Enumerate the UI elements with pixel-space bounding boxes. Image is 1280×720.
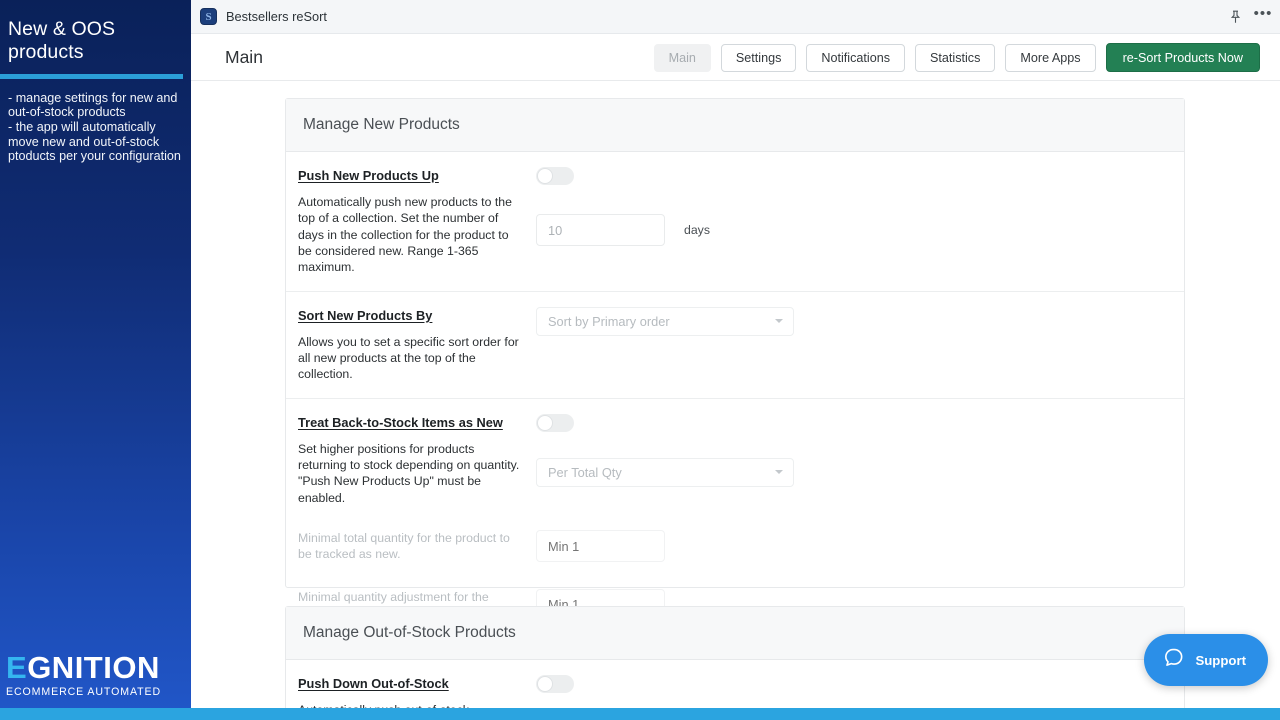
sub-setting-controls <box>523 530 1150 563</box>
setting-info: Push New Products Up Automatically push … <box>298 167 523 276</box>
select-value: Per Total Qty <box>548 464 622 480</box>
toggle-knob <box>537 676 553 692</box>
setting-controls <box>523 675 1167 708</box>
nav-buttons: Main Settings Notifications Statistics M… <box>653 34 1260 81</box>
setting-description: Automatically push new products to the t… <box>298 195 512 275</box>
setting-info: Sort New Products By Allows you to set a… <box>298 307 523 383</box>
sort-new-products-by-select[interactable]: Sort by Primary order <box>536 306 794 336</box>
support-label: Support <box>1195 652 1246 668</box>
setting-controls: Per Total Qty <box>523 413 1167 506</box>
setting-info: Push Down Out-of-Stock Automatically pus… <box>298 675 523 708</box>
card-header: Manage Out-of-Stock Products <box>286 607 1184 660</box>
sidebar-title: New & OOS products <box>8 18 116 64</box>
sub-setting-minimal-total-qty: Minimal total quantity for the product t… <box>298 521 1167 572</box>
window-titlebar: S Bestsellers reSort ••• <box>191 0 1280 34</box>
new-products-days-input[interactable] <box>536 214 665 246</box>
sub-setting-info: Minimal total quantity for the product t… <box>298 530 523 563</box>
setting-label: Treat Back-to-Stock Items as New <box>298 414 503 430</box>
resort-products-now-button[interactable]: re-Sort Products Now <box>1105 43 1260 72</box>
setting-description: Allows you to set a specific sort order … <box>298 334 519 382</box>
setting-row-treat-back-to-stock: Treat Back-to-Stock Items as New Set hig… <box>286 399 1184 639</box>
nav-button-settings[interactable]: Settings <box>720 43 797 72</box>
setting-controls: days <box>523 167 1167 276</box>
chat-bubble-icon <box>1162 646 1185 674</box>
app-title: Bestsellers reSort <box>226 9 327 24</box>
logo-tagline: ECOMMERCE AUTOMATED <box>6 686 162 698</box>
nav-button-statistics[interactable]: Statistics <box>915 43 996 72</box>
push-new-products-up-toggle[interactable] <box>536 167 574 185</box>
nav-button-notifications[interactable]: Notifications <box>806 43 906 72</box>
card-title: Manage Out-of-Stock Products <box>303 624 516 641</box>
setting-label: Push Down Out-of-Stock <box>298 676 449 691</box>
page-title: Main <box>225 46 263 67</box>
navbar: Main Main Settings Notifications Statist… <box>191 34 1280 81</box>
days-unit-label: days <box>684 223 710 237</box>
logo-wordmark: EGNITION <box>6 652 181 683</box>
chevron-down-icon <box>775 470 783 475</box>
nav-button-main[interactable]: Main <box>653 43 711 72</box>
setting-info: Treat Back-to-Stock Items as New Set hig… <box>298 414 523 506</box>
chevron-down-icon <box>775 319 783 324</box>
setting-row-push-down-out-of-stock: Push Down Out-of-Stock Automatically pus… <box>286 660 1184 708</box>
card-manage-oos-products: Manage Out-of-Stock Products Push Down O… <box>285 606 1185 708</box>
sub-setting-description: Minimal total quantity for the product t… <box>298 531 510 562</box>
back-to-stock-qty-mode-select[interactable]: Per Total Qty <box>536 457 794 487</box>
logo-rest-letters: GNITION <box>27 650 160 685</box>
bottom-accent-strip <box>0 708 1280 720</box>
content-area: Manage New Products Push New Products Up… <box>191 81 1280 708</box>
titlebar-actions: ••• <box>1226 0 1272 34</box>
nav-button-more-apps[interactable]: More Apps <box>1005 43 1096 72</box>
setting-label: Sort New Products By <box>298 307 433 323</box>
sidebar-description: - manage settings for new and out-of-sto… <box>8 90 181 164</box>
setting-description: Set higher positions for products return… <box>298 441 520 505</box>
egnition-logo: EGNITION ECOMMERCE AUTOMATED <box>6 652 181 698</box>
treat-back-to-stock-toggle[interactable] <box>536 413 574 432</box>
select-value: Sort by Primary order <box>548 313 670 329</box>
logo-accent-letter: E <box>6 650 28 685</box>
days-input-group: days <box>536 214 1167 246</box>
toggle-knob <box>537 168 553 184</box>
card-header: Manage New Products <box>286 99 1184 152</box>
card-manage-new-products: Manage New Products Push New Products Up… <box>285 98 1185 621</box>
pin-icon[interactable] <box>1226 8 1244 26</box>
sidebar: New & OOS products - manage settings for… <box>0 0 191 720</box>
app-root: New & OOS products - manage settings for… <box>0 0 1280 720</box>
app-icon: S <box>200 8 217 25</box>
card-title: Manage New Products <box>303 116 460 133</box>
support-widget-button[interactable]: Support <box>1144 634 1268 686</box>
setting-controls: Sort by Primary order <box>523 306 1167 383</box>
setting-row-sort-new-products-by: Sort New Products By Allows you to set a… <box>286 292 1184 399</box>
minimal-total-quantity-input[interactable] <box>536 530 665 563</box>
setting-label: Push New Products Up <box>298 168 439 183</box>
app-pane: S Bestsellers reSort ••• Main Main Setti… <box>191 0 1280 708</box>
toggle-knob <box>537 414 553 431</box>
push-down-out-of-stock-toggle[interactable] <box>536 675 574 693</box>
ellipsis-icon[interactable]: ••• <box>1254 6 1272 26</box>
setting-row-push-new-products-up: Push New Products Up Automatically push … <box>286 152 1184 292</box>
